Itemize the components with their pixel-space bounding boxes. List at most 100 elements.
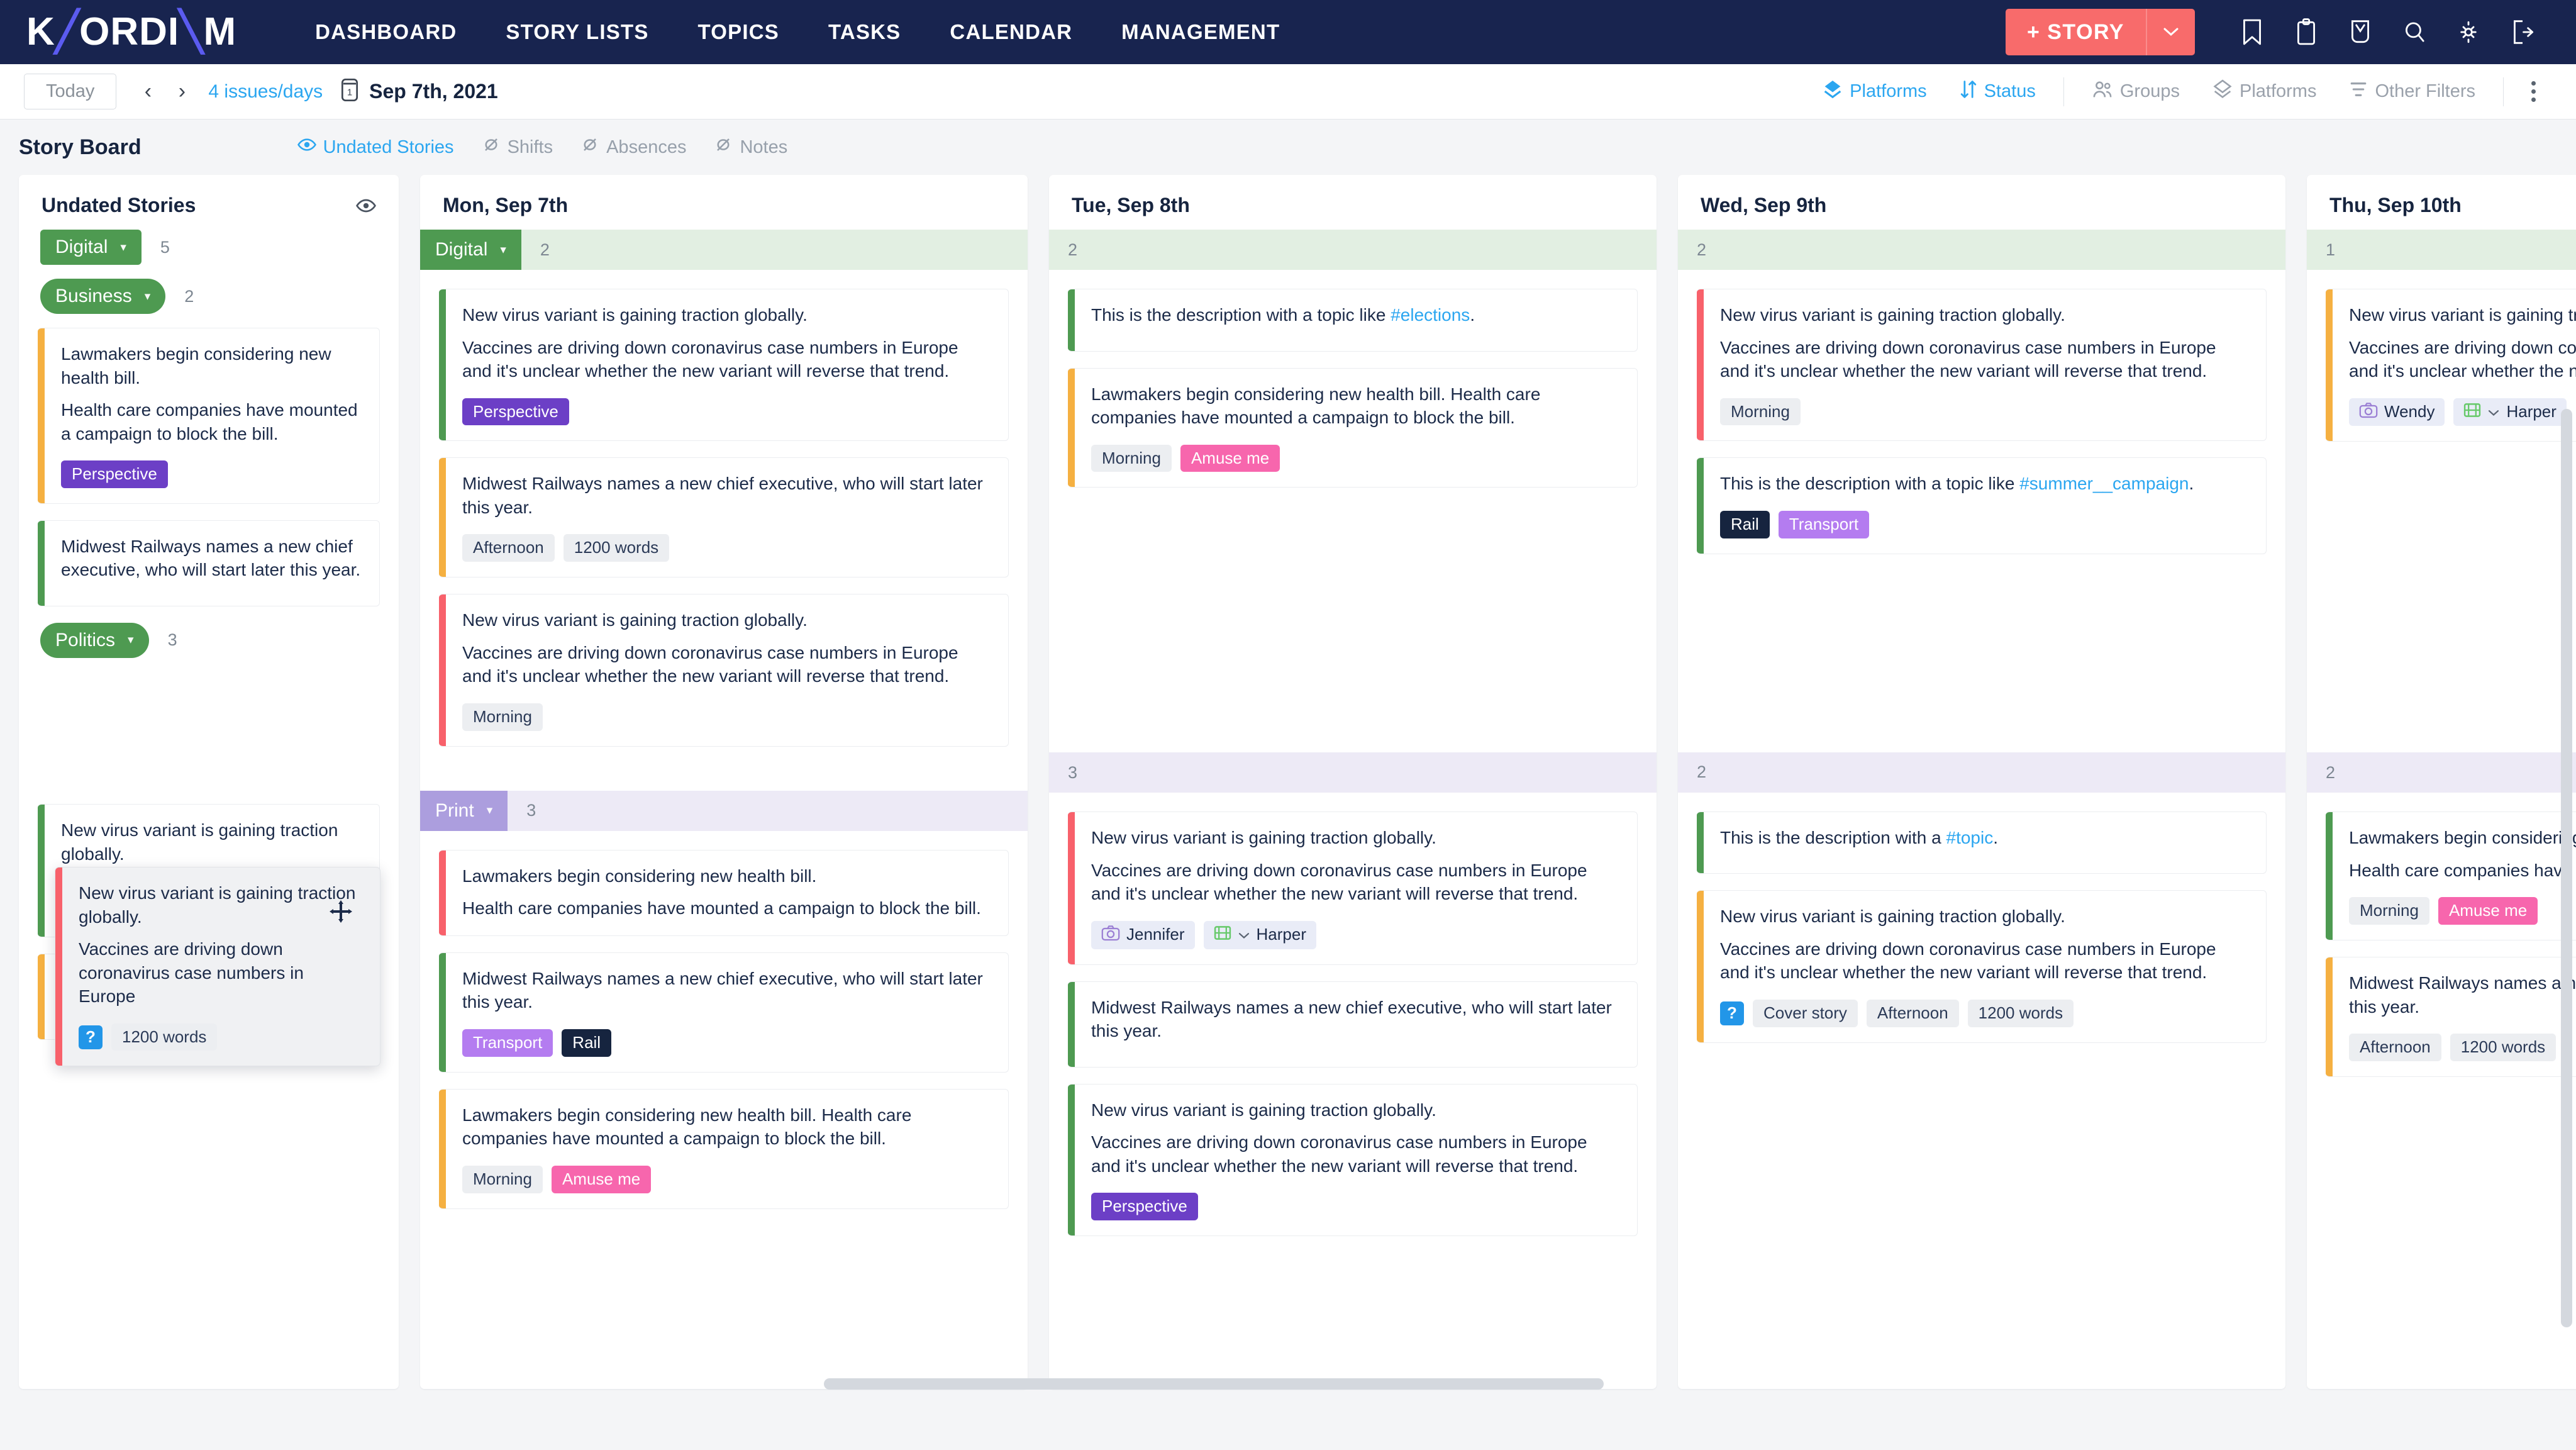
story-card[interactable]: Lawmakers begin considering new health b… (38, 328, 380, 504)
clipboard-icon[interactable] (2279, 9, 2333, 55)
story-card[interactable]: This is the description with a topic lik… (1697, 457, 2267, 554)
story-card[interactable]: New virus variant is gaining traction gl… (2326, 289, 2576, 442)
nav-item-story-lists[interactable]: STORY LISTS (481, 20, 673, 44)
filter-groups[interactable]: Groups (2075, 79, 2196, 105)
topic-hashtag-link[interactable]: #topic (1946, 828, 1994, 847)
story-card[interactable]: Midwest Railways names a new chief execu… (38, 520, 380, 606)
chip-tag[interactable]: Morning (1091, 444, 1172, 472)
story-card[interactable]: Midwest Railways names a new chief execu… (439, 952, 1009, 1073)
tab-absences[interactable]: Absences (567, 137, 700, 158)
chevron-down-icon[interactable]: ▾ (145, 289, 151, 304)
chip-tag[interactable]: Morning (1720, 398, 1801, 426)
chevron-down-icon[interactable]: ▾ (128, 633, 134, 647)
chip-tag[interactable]: Afternoon (1866, 999, 1959, 1027)
group-pill-digital[interactable]: Digital ▾ (40, 230, 142, 265)
chip-person[interactable]: Wendy (2349, 398, 2445, 427)
chip-tag[interactable]: Perspective (462, 398, 569, 426)
dragging-story-card[interactable]: New virus variant is gaining traction gl… (55, 867, 380, 1067)
story-card[interactable]: This is the description with a #topic. (1697, 811, 2267, 874)
chip-tag[interactable]: 1200 words (1967, 999, 2074, 1027)
story-card[interactable]: Midwest Railways names a new chief execu… (439, 457, 1009, 578)
chip-tag[interactable]: Perspective (1091, 1193, 1198, 1221)
chip-tag[interactable]: Transport (462, 1029, 553, 1057)
nav-item-dashboard[interactable]: DASHBOARD (291, 20, 481, 44)
topic-hashtag-link[interactable]: #elections (1391, 305, 1470, 325)
chip-tag[interactable]: Amuse me (551, 1165, 652, 1193)
story-card[interactable]: New virus variant is gaining traction gl… (1068, 1083, 1638, 1237)
filter-status-sort[interactable]: Status (1943, 79, 2052, 105)
chip-tag[interactable]: 1200 words (2450, 1034, 2557, 1062)
nav-item-tasks[interactable]: TASKS (804, 20, 925, 44)
chip-tag[interactable]: Morning (462, 1165, 543, 1193)
story-card[interactable]: Lawmakers begin considering new health b… (2326, 811, 2576, 941)
search-icon[interactable] (2387, 9, 2441, 55)
story-card[interactable]: New virus variant is gaining traction gl… (1697, 289, 2267, 442)
chevron-down-icon[interactable] (1238, 925, 1250, 944)
today-button[interactable]: Today (24, 74, 117, 109)
eye-icon[interactable] (356, 198, 376, 214)
nav-item-management[interactable]: MANAGEMENT (1097, 20, 1304, 44)
next-day-button[interactable]: › (167, 77, 197, 107)
chevron-down-icon[interactable] (2487, 403, 2500, 421)
story-card[interactable]: Lawmakers begin considering new health b… (439, 1088, 1009, 1209)
chip-tag[interactable]: Morning (462, 703, 543, 731)
prev-day-button[interactable]: ‹ (133, 77, 163, 107)
inbox-icon[interactable] (2333, 9, 2387, 55)
chip-person[interactable]: Harper (2453, 398, 2567, 427)
gear-icon[interactable] (2441, 9, 2496, 55)
date-display[interactable]: 1 Sep 7th, 2021 (339, 77, 498, 106)
filter-platforms-sort[interactable]: Platforms (1806, 79, 1943, 105)
add-story-button[interactable]: + STORY (2005, 9, 2195, 55)
column-day-2: Tue, Sep 8th 2 This is the description wit… (1049, 175, 1657, 1389)
filter-other-label: Other Filters (2375, 81, 2475, 101)
undated-cards-top: Lawmakers begin considering new health b… (19, 328, 399, 606)
chip-person[interactable]: Jennifer (1091, 920, 1195, 949)
chip-tag[interactable]: Perspective (61, 460, 168, 488)
add-story-caret[interactable] (2147, 9, 2195, 55)
chip-tag[interactable]: Amuse me (1180, 444, 1280, 472)
chip-tag[interactable]: Morning (2349, 897, 2429, 925)
chip-tag[interactable]: Afternoon (2349, 1034, 2441, 1062)
chevron-down-icon[interactable]: ▾ (487, 803, 493, 818)
logout-icon[interactable] (2496, 9, 2550, 55)
chip-tag[interactable]: Cover story (1753, 999, 1858, 1027)
filter-other[interactable]: Other Filters (2333, 79, 2492, 105)
chip-tag[interactable]: Rail (1720, 510, 1770, 538)
story-card[interactable]: Lawmakers begin considering new health b… (439, 849, 1009, 936)
tab-undated-stories[interactable]: Undated Stories (284, 137, 468, 158)
story-card[interactable]: New virus variant is gaining traction gl… (1068, 811, 1638, 965)
tab-shifts[interactable]: Shifts (468, 137, 567, 158)
filter-platforms[interactable]: Platforms (2196, 79, 2333, 105)
story-card[interactable]: New virus variant is gaining traction gl… (1697, 890, 2267, 1043)
bookmark-icon[interactable] (2225, 9, 2279, 55)
chip-tag[interactable]: Amuse me (2438, 897, 2538, 925)
section-pill-print[interactable]: Print ▾ (420, 790, 508, 831)
chip-tag[interactable]: Afternoon (462, 534, 555, 562)
nav-item-topics[interactable]: TOPICS (674, 20, 804, 44)
chip-tag[interactable]: Transport (1778, 510, 1870, 538)
tab-notes[interactable]: Notes (700, 137, 801, 158)
kebab-icon[interactable] (2515, 81, 2552, 102)
story-card[interactable]: New virus variant is gaining traction gl… (439, 289, 1009, 442)
issues-per-day-selector[interactable]: 4 issues/days (208, 81, 323, 103)
story-card[interactable]: Midwest Railways names a new chief execu… (1068, 981, 1638, 1068)
app-logo[interactable]: K ╱ ORDI ╲ M (26, 13, 236, 52)
topic-hashtag-link[interactable]: #summer__campaign (2019, 474, 2189, 493)
story-card[interactable]: This is the description with a topic lik… (1068, 289, 1638, 352)
nav-item-calendar[interactable]: CALENDAR (925, 20, 1097, 44)
chevron-down-icon[interactable]: ▾ (500, 243, 506, 257)
story-card[interactable]: Lawmakers begin considering new health b… (1068, 367, 1638, 488)
add-story-label[interactable]: + STORY (2006, 9, 2147, 55)
chevron-down-icon[interactable]: ▾ (120, 240, 126, 255)
chip-person[interactable]: Harper (1203, 920, 1316, 949)
card-body: Lawmakers begin considering new health b… (446, 850, 1008, 935)
horizontal-scrollbar[interactable] (824, 1378, 1604, 1390)
group-pill-business[interactable]: Business ▾ (40, 279, 166, 314)
story-card[interactable]: Midwest Railways names a new chief execu… (2326, 957, 2576, 1078)
section-pill-digital[interactable]: Digital ▾ (420, 230, 521, 270)
story-card[interactable]: New virus variant is gaining traction gl… (439, 594, 1009, 747)
chip-tag[interactable]: 1200 words (563, 534, 670, 562)
chip-tag[interactable]: Rail (562, 1029, 612, 1057)
vertical-scrollbar[interactable] (2561, 409, 2572, 1327)
group-pill-politics[interactable]: Politics ▾ (40, 622, 149, 658)
